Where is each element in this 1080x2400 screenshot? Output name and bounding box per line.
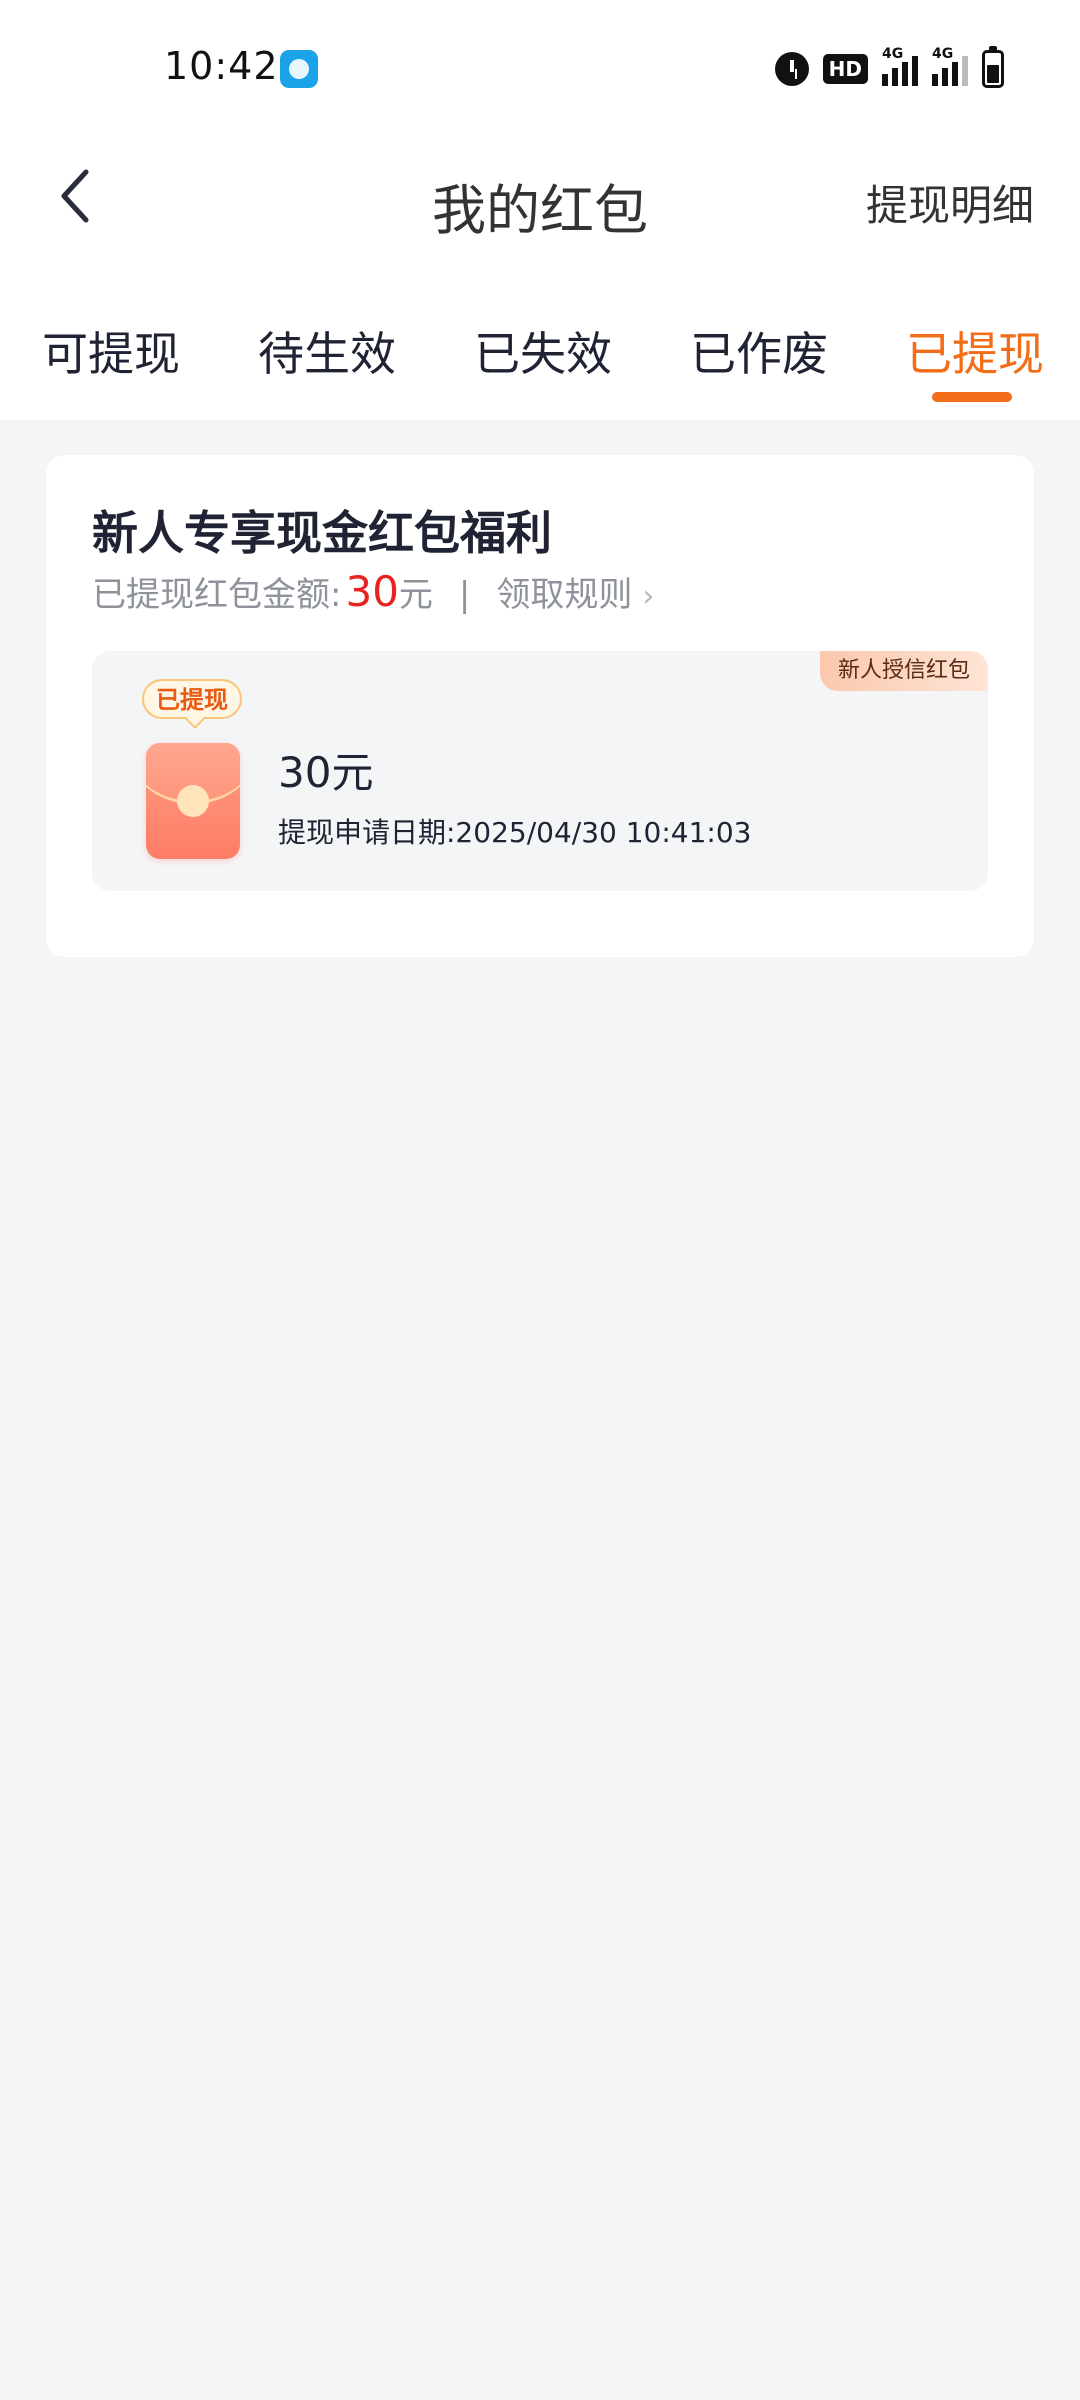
tab-withdrawable[interactable]: 可提现 bbox=[42, 318, 180, 384]
red-packet-card: 新人专享现金红包福利 已提现红包金额: 30 元 | 领取规则 › 新人授信红包… bbox=[46, 455, 1034, 957]
status-time: 10:42 bbox=[164, 44, 279, 88]
alarm-icon bbox=[774, 52, 809, 86]
signal-icon: 4G bbox=[882, 46, 918, 86]
packet-amount: 30元 bbox=[278, 748, 374, 797]
summary-label: 已提现红包金额: bbox=[92, 575, 342, 615]
summary-unit: 元 bbox=[398, 575, 433, 615]
red-envelope-icon bbox=[146, 743, 240, 859]
status-bar: 10:42 HD 4G 4G bbox=[0, 0, 1080, 140]
tab-pending[interactable]: 待生效 bbox=[258, 318, 396, 384]
signal-icon-2: 4G bbox=[932, 46, 968, 86]
rules-link[interactable]: 领取规则 bbox=[496, 567, 632, 616]
card-title: 新人专享现金红包福利 bbox=[92, 506, 552, 560]
status-icons: HD 4G 4G bbox=[774, 46, 1004, 90]
app-notification-icon bbox=[280, 50, 318, 88]
status-badge: 已提现 bbox=[142, 679, 242, 719]
withdraw-date: 提现申请日期:2025/04/30 10:41:03 bbox=[278, 816, 752, 849]
tab-expired[interactable]: 已失效 bbox=[474, 318, 612, 384]
divider: | bbox=[458, 575, 471, 615]
tab-withdrawn[interactable]: 已提现 bbox=[906, 318, 1044, 384]
chevron-right-icon[interactable]: › bbox=[642, 579, 654, 614]
tab-voided[interactable]: 已作废 bbox=[690, 318, 828, 384]
active-tab-indicator bbox=[932, 392, 1012, 402]
packet-type-tag: 新人授信红包 bbox=[819, 651, 988, 691]
summary-amount: 30 bbox=[345, 567, 399, 616]
hd-icon: HD bbox=[822, 54, 868, 84]
withdraw-detail-link[interactable]: 提现明细 bbox=[866, 172, 1034, 233]
red-packet-item[interactable]: 新人授信红包 已提现 30元 提现申请日期:2025/04/30 10:41:0… bbox=[92, 651, 988, 891]
withdrawn-summary: 已提现红包金额: 30 元 | 领取规则 › bbox=[92, 567, 654, 623]
battery-icon bbox=[982, 46, 1004, 88]
tab-bar: 可提现 待生效 已失效 已作废 已提现 bbox=[0, 318, 1080, 418]
